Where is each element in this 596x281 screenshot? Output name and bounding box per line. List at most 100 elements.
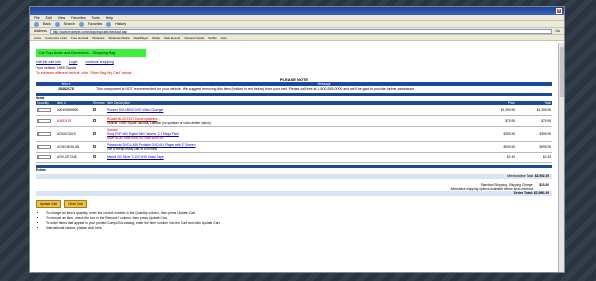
link-windows[interactable]: Windows xyxy=(92,36,104,40)
item-price: $2.49 xyxy=(480,152,516,163)
window-titlebar: × xyxy=(30,7,564,15)
subtotal-row: Merchandise Total: $2,902.29 xyxy=(36,173,552,179)
page-links: edit the cart info Login continue shoppi… xyxy=(36,60,552,64)
note-header-bar: Item # Message xyxy=(36,82,552,86)
item-number: #0482178 xyxy=(56,115,92,127)
item-subtext: Vehicle: 1999 Toyota Tacoma, Liftback (n… xyxy=(107,120,211,125)
link-hotmail[interactable]: Free Hotmail xyxy=(71,36,88,40)
table-row: #00493908800 Pioneer DVH-8000 DVD Video … xyxy=(36,105,552,116)
vehicle-info: Your vehicle: 1999 Toyota xyxy=(36,66,76,70)
search-icon[interactable] xyxy=(54,21,60,27)
note-col-item: Item # xyxy=(61,82,71,86)
remove-checkbox[interactable] xyxy=(93,118,96,122)
vertical-scrollbar[interactable] xyxy=(558,43,564,272)
browser-toolbar: Back Search Favorites History xyxy=(30,21,564,28)
cart-table: Quantity Item # Remove Item Description … xyxy=(36,101,552,163)
item-subtext: Get a cheap ready cart of 6 months xyxy=(107,146,157,151)
vehicle-warning: To enhance different vehicle, click "Oth… xyxy=(36,71,133,75)
scrollbar-thumb[interactable] xyxy=(560,47,564,97)
item-total: $399.95 xyxy=(516,126,552,142)
toolbar-search[interactable]: Search xyxy=(64,22,75,26)
item-total: $2.49 xyxy=(516,152,552,163)
quantity-input[interactable] xyxy=(37,144,51,149)
col-remove: Remove xyxy=(92,101,106,105)
remove-checkbox[interactable] xyxy=(93,155,96,158)
continue-shopping-link[interactable]: continue shopping xyxy=(85,60,113,64)
remove-checkbox[interactable] xyxy=(93,131,96,135)
quantity-input[interactable] xyxy=(37,131,51,136)
shipping-note: Alternative shipping options available b… xyxy=(450,186,534,191)
subtotal-value: $2,902.29 xyxy=(534,174,549,178)
table-row: #C5IOC2019 Special Sony EXP-500 Digital … xyxy=(36,126,552,142)
list-item: International visitors, please click her… xyxy=(46,226,552,230)
shipping-value: $23.00 xyxy=(539,182,549,187)
item-description[interactable]: Maxell XR-Silver T-120 VHS Video Tape xyxy=(107,155,164,159)
address-input[interactable]: http://www.example.com/shopping/cart/che… xyxy=(49,28,553,34)
edit-cart-link[interactable]: edit the cart info xyxy=(36,60,61,64)
history-icon[interactable] xyxy=(106,21,112,27)
item-number: #C5IOC2019 xyxy=(56,126,92,142)
favorites-icon[interactable] xyxy=(78,21,84,27)
toolbar-history[interactable]: History xyxy=(115,22,126,26)
note-message: This component is NOT recommended for yo… xyxy=(96,87,416,91)
link-web-events[interactable]: Web Events xyxy=(164,36,180,40)
links-bar: Links Customize Links Free Hotmail Windo… xyxy=(30,35,564,41)
shipping-box: Standard Shipping, Shipping Charge: Alte… xyxy=(36,183,552,191)
link-windows-media[interactable]: Windows Media xyxy=(108,36,129,40)
link-realplayer[interactable]: RealPlayer xyxy=(134,36,149,40)
clear-cart-button[interactable]: Clear Cart xyxy=(64,199,87,208)
note-row: 28482178 This component is NOT recommend… xyxy=(36,87,552,91)
note-col-message: Message xyxy=(317,82,331,86)
note-item-number: 28482178 xyxy=(58,87,74,91)
item-number: #C0E19DSLAN xyxy=(56,141,92,153)
link-netflix[interactable]: Netflix xyxy=(208,36,216,40)
link-channel-guide[interactable]: Channel Guide xyxy=(184,36,204,40)
item-price: $999.95 xyxy=(480,141,516,153)
items-label: Items xyxy=(36,96,45,100)
item-description[interactable]: Pioneer DVH-8000 DVD Video Changer xyxy=(107,108,163,112)
links-label: Links xyxy=(34,35,42,40)
table-row: #070-ZET448 Maxell XR-Silver T-120 VHS V… xyxy=(36,152,552,163)
update-cart-button[interactable]: Update Cart xyxy=(36,199,62,208)
extras-label: Extras xyxy=(36,167,46,172)
item-total: $79.95 xyxy=(516,115,552,127)
item-price: $1,399.95 xyxy=(480,105,516,116)
link-auto[interactable]: Auto xyxy=(221,36,227,40)
order-total-label: Order Total: xyxy=(513,191,533,195)
order-total-row: Order Total: $2,990.29 xyxy=(36,190,552,196)
remove-checkbox[interactable] xyxy=(93,144,96,148)
menu-help[interactable]: Help xyxy=(106,16,113,20)
address-label: Address xyxy=(34,29,47,33)
menu-edit[interactable]: Edit xyxy=(46,16,52,20)
table-row: #C0E19DSLAN Panasonic DVD-LA95 Portable … xyxy=(36,141,552,153)
table-row: #0482178 Roadie BLX5-F427 Dome speakers … xyxy=(36,115,552,127)
quantity-input[interactable] xyxy=(37,118,51,123)
list-item: To change an item's quantity, enter the … xyxy=(46,211,552,215)
list-item: To order items that appear in your print… xyxy=(46,221,552,225)
item-price: $399.95 xyxy=(480,126,516,142)
item-number: #00493908800 xyxy=(56,105,92,116)
back-icon[interactable] xyxy=(34,21,39,27)
go-button[interactable]: Go xyxy=(555,29,564,33)
browser-window: × File Edit View Favorites Tools Help Ba… xyxy=(29,6,565,273)
menu-favorites[interactable]: Favorites xyxy=(71,16,85,20)
list-item: To remove an item, check the box in the … xyxy=(46,216,552,220)
remove-checkbox[interactable] xyxy=(93,107,96,111)
close-icon[interactable]: × xyxy=(556,8,562,14)
menu-tools[interactable]: Tools xyxy=(92,16,100,20)
menu-file[interactable]: File xyxy=(34,16,40,20)
link-radio[interactable]: Radio xyxy=(152,36,160,40)
subtotal-label: Merchandise Total: xyxy=(507,174,534,178)
login-link[interactable]: Login xyxy=(69,60,78,64)
page-content: Car Toys Audio and Electronics – Shoppin… xyxy=(30,43,558,272)
item-savings: Save $100! Was $499.95, Now $399.95 xyxy=(107,135,164,140)
order-total-value: $2,990.29 xyxy=(533,191,549,195)
quantity-input[interactable] xyxy=(37,155,51,159)
toolbar-back[interactable]: Back xyxy=(43,22,51,26)
toolbar-favorites[interactable]: Favorites xyxy=(88,22,102,26)
item-total: $1,399.95 xyxy=(516,105,552,116)
cart-title: Car Toys Audio and Electronics – Shoppin… xyxy=(36,49,146,57)
link-customize[interactable]: Customize Links xyxy=(45,36,67,40)
menu-view[interactable]: View xyxy=(58,16,66,20)
quantity-input[interactable] xyxy=(37,107,51,112)
